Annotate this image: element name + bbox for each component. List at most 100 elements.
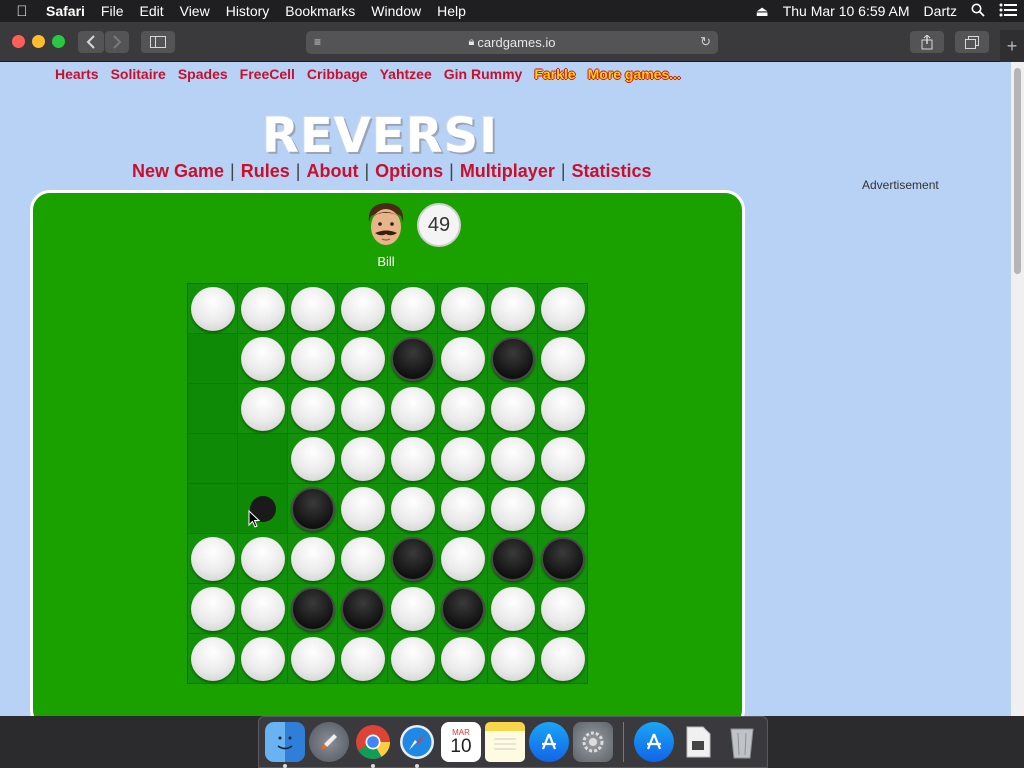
board-cell[interactable] [288,334,338,384]
board-cell[interactable] [488,484,538,534]
notification-center-icon[interactable] [992,3,1024,20]
menu-help[interactable]: Help [429,0,474,22]
board-cell[interactable] [238,434,288,484]
board-cell[interactable] [488,284,538,334]
board-cell[interactable] [338,434,388,484]
board-cell[interactable] [338,634,388,684]
link-hearts[interactable]: Hearts [55,66,99,82]
statistics-link[interactable]: Statistics [572,161,652,182]
forward-button[interactable] [105,31,129,53]
back-button[interactable] [78,31,104,53]
new-game-link[interactable]: New Game [132,161,224,182]
board-cell[interactable] [238,384,288,434]
link-gin-rummy[interactable]: Gin Rummy [444,66,523,82]
board-cell[interactable] [238,634,288,684]
trash-icon[interactable] [722,722,762,762]
board-cell[interactable] [438,534,488,584]
minimize-window-button[interactable] [32,35,45,48]
board-cell[interactable] [288,434,338,484]
spotlight-search-icon[interactable] [964,3,992,20]
link-yahtzee[interactable]: Yahtzee [380,66,432,82]
board-cell[interactable] [538,484,588,534]
chrome-icon[interactable] [353,722,393,768]
app-store-icon-2[interactable] [634,722,674,762]
board-cell[interactable] [288,534,338,584]
board-cell[interactable] [488,334,538,384]
board-cell[interactable] [238,334,288,384]
board-cell[interactable] [338,484,388,534]
board-cell[interactable] [438,334,488,384]
link-solitaire[interactable]: Solitaire [111,66,166,82]
board-cell[interactable] [338,384,388,434]
board-cell[interactable] [388,534,438,584]
board-cell[interactable] [538,584,588,634]
notes-icon[interactable] [485,722,525,762]
scrollbar-thumb[interactable] [1014,68,1021,274]
multiplayer-link[interactable]: Multiplayer [460,161,555,182]
board-cell[interactable] [388,284,438,334]
close-window-button[interactable] [12,35,25,48]
board-cell[interactable] [538,334,588,384]
board-cell[interactable] [538,434,588,484]
board-cell[interactable] [188,384,238,434]
board-cell[interactable] [388,584,438,634]
board-cell[interactable] [188,584,238,634]
board-cell[interactable] [188,334,238,384]
board-cell[interactable] [488,434,538,484]
menu-history[interactable]: History [218,0,278,22]
board-cell[interactable] [438,434,488,484]
board-cell[interactable] [488,384,538,434]
reversi-board[interactable] [187,283,588,684]
sidebar-toggle-button[interactable] [141,31,175,53]
board-cell[interactable] [388,634,438,684]
menu-app-name[interactable]: Safari [44,0,93,22]
eject-icon[interactable]: ⏏ [748,3,775,20]
board-cell[interactable] [188,284,238,334]
menu-bookmarks[interactable]: Bookmarks [277,0,363,22]
board-cell[interactable] [238,584,288,634]
board-cell[interactable] [338,584,388,634]
rules-link[interactable]: Rules [241,161,290,182]
user-name[interactable]: Dartz [917,3,964,19]
calendar-icon[interactable]: MAR 10 [441,722,481,762]
board-cell[interactable] [288,384,338,434]
board-cell[interactable] [488,534,538,584]
link-freecell[interactable]: FreeCell [240,66,295,82]
clock[interactable]: Thu Mar 10 6:59 AM [776,3,917,19]
board-cell[interactable] [388,484,438,534]
options-link[interactable]: Options [375,161,443,182]
show-tabs-button[interactable] [955,31,989,53]
menu-file[interactable]: File [93,0,132,22]
link-spades[interactable]: Spades [178,66,228,82]
app-store-icon[interactable] [529,722,569,762]
board-cell[interactable] [188,634,238,684]
board-cell[interactable] [438,634,488,684]
share-button[interactable] [910,31,944,53]
board-cell[interactable] [438,584,488,634]
safari-icon[interactable] [397,722,437,768]
board-cell[interactable] [238,284,288,334]
board-cell[interactable] [438,384,488,434]
link-farkle[interactable]: Farkle [534,66,575,82]
board-cell[interactable] [188,434,238,484]
menu-window[interactable]: Window [363,0,429,22]
menu-view[interactable]: View [172,0,218,22]
zoom-window-button[interactable] [52,35,65,48]
apple-menu-icon[interactable]:  [0,3,44,20]
reader-view-icon[interactable]: ≡ [314,35,321,49]
board-cell[interactable] [488,584,538,634]
board-cell[interactable] [188,484,238,534]
board-cell[interactable] [288,484,338,534]
new-tab-button[interactable]: + [1000,30,1024,62]
board-cell[interactable] [238,534,288,584]
reload-icon[interactable]: ↻ [700,34,711,50]
board-cell[interactable] [388,384,438,434]
page-scrollbar[interactable] [1011,62,1024,716]
about-link[interactable]: About [306,161,358,182]
board-cell[interactable] [288,284,338,334]
board-cell[interactable] [188,534,238,584]
file-icon[interactable] [678,722,718,762]
system-preferences-icon[interactable] [573,722,613,762]
board-cell[interactable] [438,284,488,334]
menu-edit[interactable]: Edit [131,0,171,22]
